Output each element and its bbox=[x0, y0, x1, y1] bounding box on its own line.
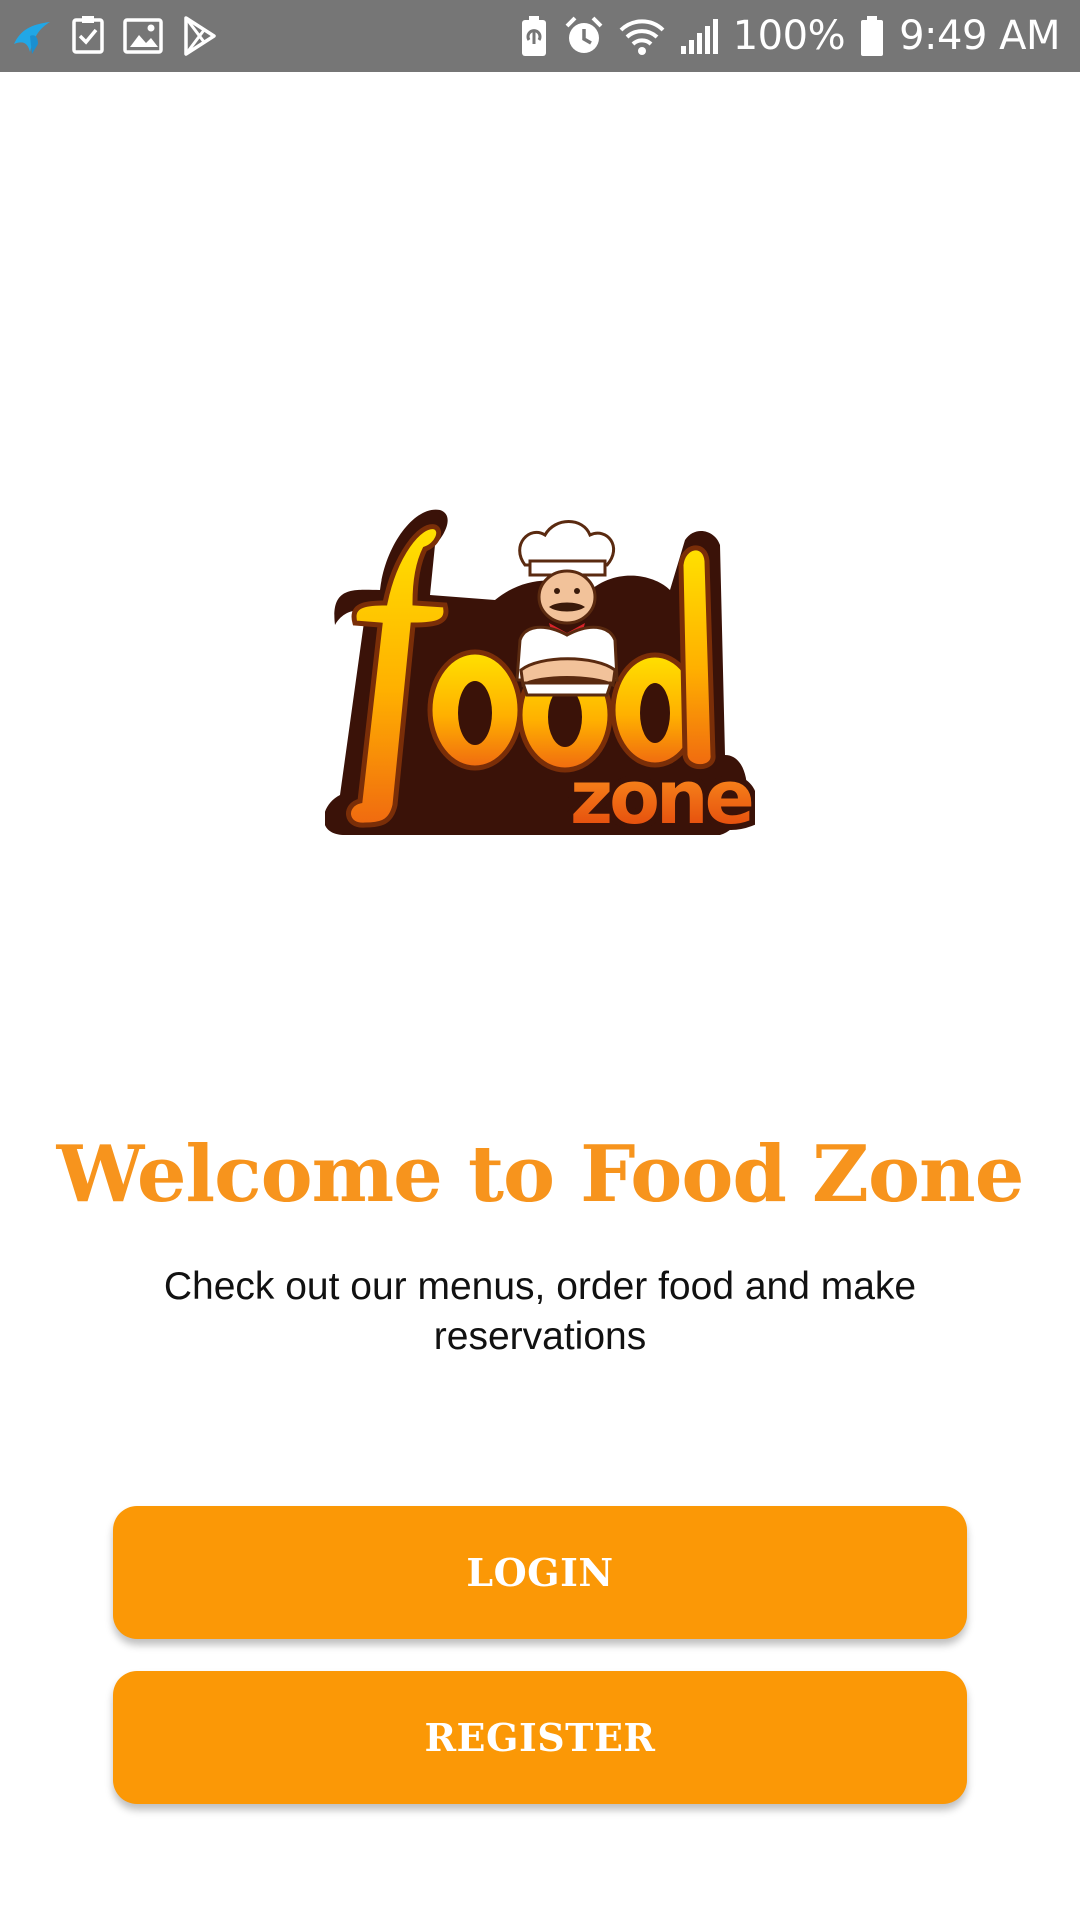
battery-saver-icon bbox=[519, 14, 549, 58]
status-time: 9:49 AM bbox=[899, 13, 1060, 59]
battery-icon bbox=[859, 14, 885, 58]
register-button-label: REGISTER bbox=[424, 1715, 656, 1760]
signal-icon bbox=[679, 16, 719, 56]
status-bar-system: 100% 9:49 AM bbox=[519, 0, 1060, 72]
alarm-icon bbox=[563, 14, 605, 58]
zone-wordmark: zone zone bbox=[564, 749, 762, 847]
login-button-label: LOGIN bbox=[466, 1550, 614, 1595]
gallery-icon bbox=[122, 16, 164, 56]
login-button[interactable]: LOGIN bbox=[113, 1506, 967, 1639]
food-zone-logo: food bbox=[323, 505, 762, 847]
wifi-icon bbox=[619, 16, 665, 56]
status-bar: 100% 9:49 AM bbox=[0, 0, 1080, 72]
play-store-icon bbox=[180, 14, 220, 58]
welcome-screen: 100% 9:49 AM food bbox=[0, 0, 1080, 1920]
battery-percent: 100% bbox=[732, 13, 846, 59]
task-checkbox-icon bbox=[70, 14, 106, 58]
telenor-icon bbox=[10, 14, 54, 58]
svg-text:zone: zone bbox=[570, 755, 752, 840]
welcome-title: Welcome to Food Zone bbox=[56, 1129, 1025, 1220]
status-bar-notifications bbox=[10, 0, 220, 72]
food-zone-logo-image: zone zone bbox=[323, 509, 762, 847]
register-button[interactable]: REGISTER bbox=[113, 1671, 967, 1804]
welcome-subtitle: Check out our menus, order food and make… bbox=[163, 1265, 917, 1358]
